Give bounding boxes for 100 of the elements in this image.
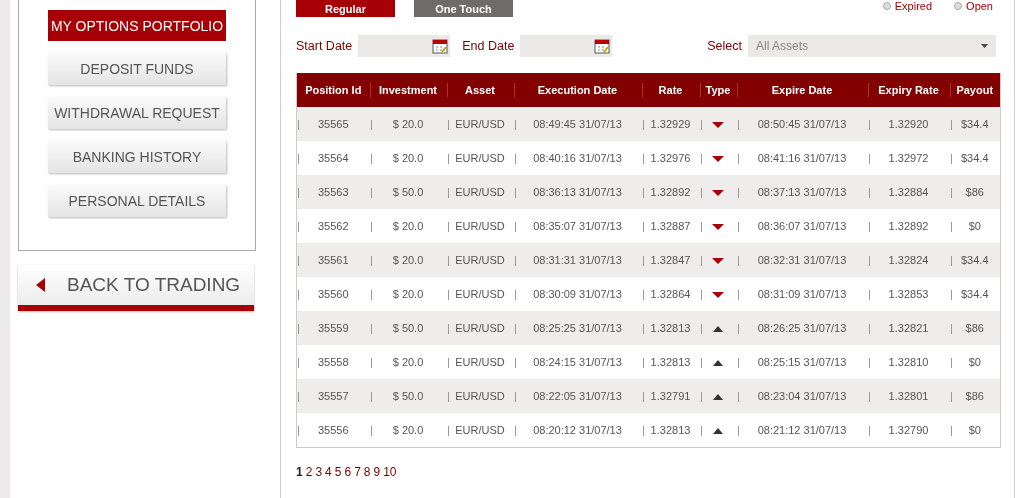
table-cell: EUR/USD (446, 209, 514, 243)
table-cell: $86 (949, 311, 1001, 345)
column-header[interactable]: Rate (641, 73, 700, 107)
page-link[interactable]: 7 (354, 465, 361, 479)
sidebar-menu-button[interactable]: BANKING HISTORY (48, 141, 226, 173)
table-cell: $ 50.0 (369, 311, 447, 345)
calendar-icon[interactable] (594, 38, 611, 54)
page-link[interactable]: 6 (344, 465, 352, 479)
table-cell: 1.32887 (641, 209, 700, 243)
table-cell: 08:21:12 31/07/13 (736, 413, 868, 448)
table-cell: 1.32976 (641, 141, 700, 175)
table-cell: $ 20.0 (369, 107, 447, 141)
table-cell: 1.32810 (867, 345, 950, 379)
table-cell: 1.32853 (867, 277, 950, 311)
column-header[interactable]: Type (699, 73, 737, 107)
table-cell: 35563 (296, 175, 370, 209)
column-header[interactable]: Position Id (296, 73, 370, 107)
table-cell: 1.32813 (641, 345, 700, 379)
table-cell: 08:22:05 31/07/13 (513, 379, 642, 413)
table-cell: $34.4 (949, 243, 1001, 277)
table-cell: 08:41:16 31/07/13 (736, 141, 868, 175)
table-cell: 35560 (296, 277, 370, 311)
table-cell: $ 20.0 (369, 413, 447, 448)
table-cell: 1.32824 (867, 243, 950, 277)
sidebar-menu-button[interactable]: WITHDRAWAL REQUEST (48, 97, 226, 129)
end-date-field[interactable] (520, 35, 613, 57)
page-link[interactable]: 9 (373, 465, 381, 479)
start-date-label: Start Date (296, 39, 353, 53)
column-header[interactable]: Expire Date (736, 73, 868, 107)
status-radio[interactable]: Open (954, 0, 993, 12)
left-triangle-icon (36, 278, 45, 292)
table-cell: $0 (949, 345, 1001, 379)
column-header[interactable]: Asset (446, 73, 514, 107)
table-cell: 1.32813 (641, 413, 700, 448)
table-cell: $86 (949, 175, 1001, 209)
option-tab[interactable]: Regular (296, 0, 395, 17)
start-date-field[interactable] (358, 35, 451, 57)
column-header[interactable]: Payout (949, 73, 1001, 107)
table-cell: 08:30:09 31/07/13 (513, 277, 642, 311)
status-radio[interactable]: Expired (882, 0, 933, 12)
table-cell: 1.32972 (867, 141, 950, 175)
table-cell: $ 50.0 (369, 379, 447, 413)
table-cell: 1.32790 (867, 413, 950, 448)
table-cell: 08:35:07 31/07/13 (513, 209, 642, 243)
page-link[interactable]: 1 (296, 465, 303, 479)
table-cell: 08:49:45 31/07/13 (513, 107, 642, 141)
page-link[interactable]: 4 (325, 465, 332, 479)
table-cell: $0 (949, 209, 1001, 243)
table-cell: 1.32892 (867, 209, 950, 243)
table-cell: $86 (949, 379, 1001, 413)
table-cell: 1.32801 (867, 379, 950, 413)
table-cell: $ 50.0 (369, 175, 447, 209)
back-to-trading-button[interactable]: BACK TO TRADING (18, 265, 254, 311)
column-header[interactable]: Expiry Rate (867, 73, 950, 107)
sidebar-menu-button[interactable]: DEPOSIT FUNDS (48, 53, 226, 85)
column-header[interactable]: Investment (369, 73, 447, 107)
table-cell: 08:50:45 31/07/13 (736, 107, 868, 141)
table-cell: 08:36:07 31/07/13 (736, 209, 868, 243)
page-link[interactable]: 3 (315, 465, 323, 479)
table-cell: 08:23:04 31/07/13 (736, 379, 868, 413)
calendar-icon[interactable] (432, 38, 449, 54)
table-cell: 35556 (296, 413, 370, 448)
table-cell: 08:32:31 31/07/13 (736, 243, 868, 277)
table-cell: 1.32813 (641, 311, 700, 345)
table-cell: 1.32821 (867, 311, 950, 345)
table-cell: EUR/USD (446, 379, 514, 413)
table-cell: 1.32920 (867, 107, 950, 141)
table-cell: EUR/USD (446, 311, 514, 345)
table-cell: $ 20.0 (369, 141, 447, 175)
table-cell: 1.32791 (641, 379, 700, 413)
table-cell: EUR/USD (446, 141, 514, 175)
page-link[interactable]: 10 (383, 465, 397, 479)
table-cell: EUR/USD (446, 277, 514, 311)
table-cell: $ 20.0 (369, 345, 447, 379)
page-link[interactable]: 8 (363, 465, 371, 479)
table-cell: $ 20.0 (369, 277, 447, 311)
table-cell: 35562 (296, 209, 370, 243)
table-cell: 35559 (296, 311, 370, 345)
table-cell: 35557 (296, 379, 370, 413)
table-cell: 08:31:31 31/07/13 (513, 243, 642, 277)
table-cell: $34.4 (949, 107, 1001, 141)
option-tab[interactable]: One Touch (414, 0, 513, 17)
table-cell: 1.32884 (867, 175, 950, 209)
table-cell: 1.32847 (641, 243, 700, 277)
table-cell: EUR/USD (446, 107, 514, 141)
table-cell: $ 20.0 (369, 209, 447, 243)
page-link[interactable]: 2 (305, 465, 313, 479)
sidebar-menu-button[interactable]: PERSONAL DETAILS (48, 185, 226, 217)
page-link[interactable]: 5 (334, 465, 342, 479)
table-cell: 08:40:16 31/07/13 (513, 141, 642, 175)
table-cell: 08:20:12 31/07/13 (513, 413, 642, 448)
table-cell: 08:25:25 31/07/13 (513, 311, 642, 345)
table-cell: 35565 (296, 107, 370, 141)
table-cell: 08:37:13 31/07/13 (736, 175, 868, 209)
sidebar-menu-button[interactable]: MY OPTIONS PORTFOLIO (48, 10, 226, 41)
table-cell: $34.4 (949, 277, 1001, 311)
column-header[interactable]: Execution Date (513, 73, 642, 107)
table-cell: 08:25:15 31/07/13 (736, 345, 868, 379)
table-cell: EUR/USD (446, 345, 514, 379)
table-cell: $0 (949, 413, 1001, 448)
